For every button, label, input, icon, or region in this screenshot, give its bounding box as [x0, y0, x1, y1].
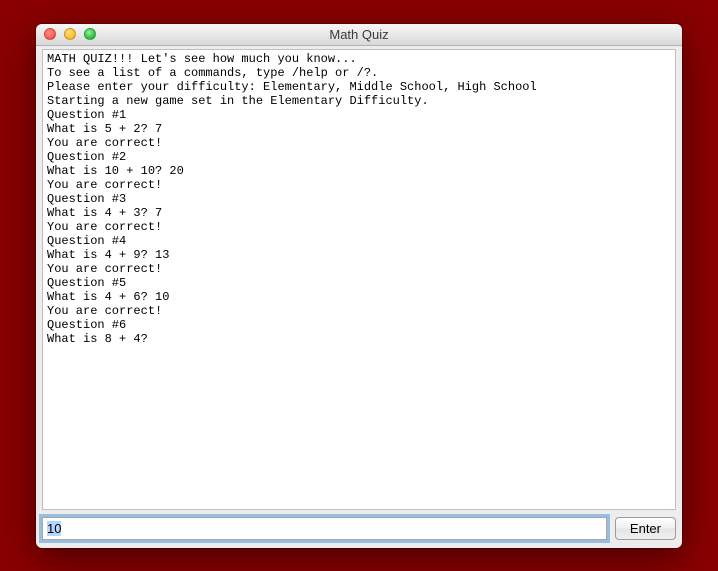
console-output[interactable]: MATH QUIZ!!! Let's see how much you know… [42, 49, 676, 510]
titlebar[interactable]: Math Quiz [36, 24, 682, 46]
traffic-lights [44, 28, 96, 40]
enter-button[interactable]: Enter [615, 517, 676, 540]
window-title: Math Quiz [36, 27, 682, 42]
minimize-icon[interactable] [64, 28, 76, 40]
answer-input[interactable] [42, 517, 607, 540]
input-row: Enter [36, 513, 682, 548]
close-icon[interactable] [44, 28, 56, 40]
app-window: Math Quiz MATH QUIZ!!! Let's see how muc… [36, 24, 682, 548]
zoom-icon[interactable] [84, 28, 96, 40]
